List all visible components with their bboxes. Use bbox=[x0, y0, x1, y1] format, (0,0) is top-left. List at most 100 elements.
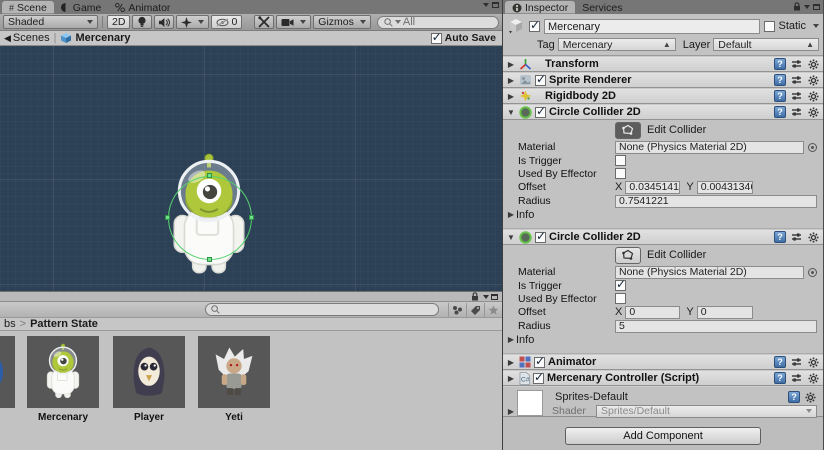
project-search-input[interactable] bbox=[205, 303, 439, 316]
pane-menu-icon[interactable] bbox=[813, 4, 820, 10]
search-filter-chevron-icon[interactable] bbox=[395, 20, 401, 24]
scene-search-input[interactable]: All bbox=[377, 16, 499, 29]
component-header-circle-collider-1[interactable]: ▼ Circle Collider 2D ? bbox=[503, 104, 823, 120]
static-toggle[interactable]: Static bbox=[764, 20, 819, 32]
gear-icon[interactable] bbox=[804, 391, 817, 403]
gameobject-icon[interactable] bbox=[507, 18, 525, 34]
tab-animator[interactable]: Animator bbox=[108, 1, 177, 14]
scene-visibility-button[interactable]: 0 bbox=[211, 15, 242, 29]
asset-thumbnail-player[interactable] bbox=[113, 336, 185, 408]
is-trigger-checkbox[interactable] bbox=[615, 280, 626, 291]
collider-handle-right[interactable] bbox=[249, 215, 254, 220]
foldout-icon[interactable]: ▼ bbox=[506, 108, 516, 117]
audio-toggle-button[interactable] bbox=[154, 15, 174, 29]
pane-dropdown-icon[interactable] bbox=[804, 5, 810, 9]
layer-dropdown[interactable]: Default ▲ bbox=[713, 38, 819, 51]
asset-label[interactable]: Player bbox=[113, 412, 185, 423]
pane-menu-icon[interactable] bbox=[492, 2, 499, 8]
asset-label[interactable]: Mercenary bbox=[27, 412, 99, 423]
pane-dropdown-icon[interactable] bbox=[483, 3, 489, 7]
radius-field[interactable]: 0.7541221 bbox=[615, 195, 817, 208]
lock-icon[interactable] bbox=[471, 292, 479, 301]
help-icon[interactable]: ? bbox=[774, 90, 786, 102]
collider-handle-bottom[interactable] bbox=[207, 257, 212, 262]
offset-y-field[interactable]: 0.00431346 bbox=[697, 181, 753, 194]
lighting-toggle-button[interactable] bbox=[132, 15, 152, 29]
search-by-type-button[interactable] bbox=[448, 303, 466, 317]
offset-x-field[interactable]: 0 bbox=[625, 306, 680, 319]
help-icon[interactable]: ? bbox=[774, 372, 786, 384]
tab-scene[interactable]: # Scene bbox=[2, 1, 54, 14]
gear-icon[interactable] bbox=[807, 106, 820, 118]
gear-icon[interactable] bbox=[807, 58, 820, 70]
offset-x-field[interactable]: 0.03451413 bbox=[625, 181, 680, 194]
help-icon[interactable]: ? bbox=[788, 391, 800, 403]
scene-viewport[interactable] bbox=[0, 46, 502, 291]
breadcrumb-current[interactable]: Mercenary bbox=[60, 32, 130, 44]
foldout-icon[interactable]: ▶ bbox=[506, 374, 516, 383]
search-by-label-button[interactable] bbox=[466, 303, 484, 317]
used-by-effector-checkbox[interactable] bbox=[615, 293, 626, 304]
project-pane-menu[interactable] bbox=[483, 294, 498, 300]
component-header-transform[interactable]: ▶ Transform ? bbox=[503, 56, 823, 72]
auto-save-checkbox[interactable] bbox=[431, 33, 442, 44]
tag-dropdown[interactable]: Mercenary ▲ bbox=[558, 38, 676, 51]
gameobject-enabled-checkbox[interactable] bbox=[529, 21, 540, 32]
gear-icon[interactable] bbox=[807, 74, 820, 86]
preset-icon[interactable] bbox=[790, 58, 803, 70]
preset-icon[interactable] bbox=[790, 372, 803, 384]
asset-thumbnail-partial[interactable] bbox=[0, 336, 15, 408]
collider-handle-top[interactable] bbox=[207, 173, 212, 178]
foldout-icon[interactable]: ▶ bbox=[506, 60, 516, 69]
component-enabled-checkbox[interactable] bbox=[535, 107, 546, 118]
asset-label[interactable]: Yeti bbox=[198, 412, 270, 423]
gizmos-dropdown-button[interactable]: Gizmos bbox=[313, 15, 371, 29]
render-mode-dropdown[interactable]: Shaded bbox=[3, 15, 98, 29]
lock-icon[interactable] bbox=[793, 2, 801, 11]
component-tools-button[interactable] bbox=[254, 15, 274, 29]
tab-services[interactable]: Services bbox=[575, 1, 629, 14]
used-by-effector-checkbox[interactable] bbox=[615, 168, 626, 179]
effects-dropdown-button[interactable] bbox=[176, 15, 209, 29]
breadcrumb-scenes[interactable]: ◀ Scenes bbox=[4, 32, 50, 44]
object-picker-icon[interactable] bbox=[808, 268, 817, 277]
info-foldout[interactable]: ▶ Info bbox=[503, 208, 823, 221]
component-header-animator[interactable]: ▶ Animator ? bbox=[503, 354, 823, 370]
foldout-icon[interactable]: ▶ bbox=[506, 358, 516, 367]
foldout-icon[interactable]: ▶ bbox=[506, 92, 516, 101]
preset-icon[interactable] bbox=[790, 231, 803, 243]
gear-icon[interactable] bbox=[807, 372, 820, 384]
preset-icon[interactable] bbox=[790, 106, 803, 118]
material-object-field[interactable]: None (Physics Material 2D) bbox=[615, 141, 804, 154]
component-header-sprite-renderer[interactable]: ▶ Sprite Renderer ? bbox=[503, 72, 823, 88]
foldout-icon[interactable]: ▶ bbox=[506, 407, 516, 416]
camera-dropdown-button[interactable] bbox=[276, 15, 311, 29]
gameobject-name-field[interactable]: Mercenary bbox=[544, 19, 760, 34]
component-header-mercenary-controller[interactable]: ▶ C# Mercenary Controller (Script) ? bbox=[503, 370, 823, 386]
offset-y-field[interactable]: 0 bbox=[697, 306, 753, 319]
gear-icon[interactable] bbox=[807, 90, 820, 102]
component-header-circle-collider-2[interactable]: ▼ Circle Collider 2D ? bbox=[503, 229, 823, 245]
auto-save-toggle[interactable]: Auto Save bbox=[431, 32, 498, 44]
info-foldout[interactable]: ▶ Info bbox=[503, 333, 823, 346]
breadcrumb-prefix[interactable]: bs bbox=[4, 318, 16, 330]
asset-thumbnail-yeti[interactable] bbox=[198, 336, 270, 408]
breadcrumb-current-folder[interactable]: Pattern State bbox=[30, 318, 98, 330]
scene-pane-controls[interactable] bbox=[483, 2, 499, 8]
edit-collider-button[interactable] bbox=[615, 122, 641, 139]
add-component-button[interactable]: Add Component bbox=[565, 427, 761, 445]
foldout-icon[interactable]: ▶ bbox=[506, 76, 516, 85]
static-dropdown-icon[interactable] bbox=[813, 24, 819, 28]
component-enabled-checkbox[interactable] bbox=[535, 232, 546, 243]
foldout-icon[interactable]: ▼ bbox=[506, 233, 516, 242]
shader-dropdown[interactable]: Sprites/Default bbox=[596, 405, 817, 418]
preset-icon[interactable] bbox=[790, 90, 803, 102]
collider-handle-left[interactable] bbox=[165, 215, 170, 220]
component-header-rigidbody2d[interactable]: ▶ Rigidbody 2D ? bbox=[503, 88, 823, 104]
save-search-star-button[interactable] bbox=[484, 303, 502, 317]
tab-inspector[interactable]: Inspector bbox=[505, 1, 575, 14]
gear-icon[interactable] bbox=[807, 231, 820, 243]
material-object-field[interactable]: None (Physics Material 2D) bbox=[615, 266, 804, 279]
static-checkbox[interactable] bbox=[764, 21, 775, 32]
help-icon[interactable]: ? bbox=[774, 356, 786, 368]
